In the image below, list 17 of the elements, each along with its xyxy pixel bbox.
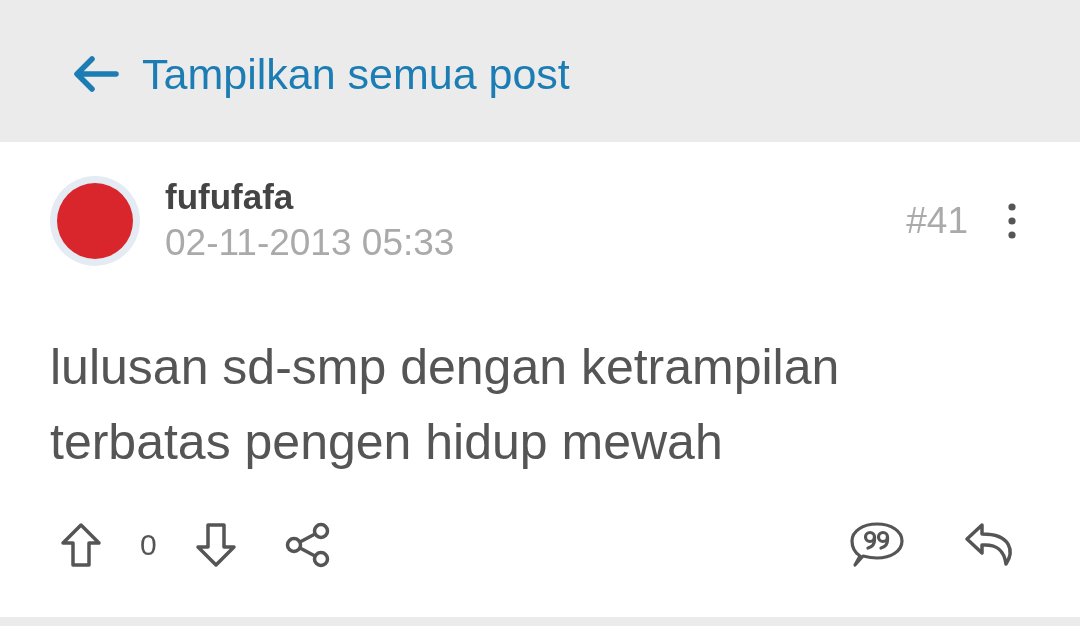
post-body-text: lulusan sd-smp dengan ketrampilan terbatas pengen hidup mewah — [50, 338, 841, 472]
upvote-button[interactable] — [60, 522, 102, 568]
post-number: #41 — [906, 200, 968, 242]
quote-button[interactable] — [850, 522, 904, 568]
back-arrow-icon — [72, 54, 120, 94]
down-arrow-icon — [194, 522, 237, 568]
downvote-button[interactable] — [194, 522, 237, 568]
up-arrow-icon — [60, 522, 102, 568]
share-button[interactable] — [284, 522, 331, 568]
vote-score: 0 — [140, 528, 157, 562]
more-vertical-icon — [1008, 203, 1016, 239]
share-icon — [284, 522, 331, 568]
show-all-posts-link[interactable]: Tampilkan semua post — [70, 45, 572, 103]
quote-bubble-icon — [850, 522, 904, 568]
author-name: fufufafa — [165, 177, 294, 217]
avatar-icon — [50, 176, 140, 266]
post-timestamp: 02-11-2013 05:33 — [165, 221, 455, 265]
